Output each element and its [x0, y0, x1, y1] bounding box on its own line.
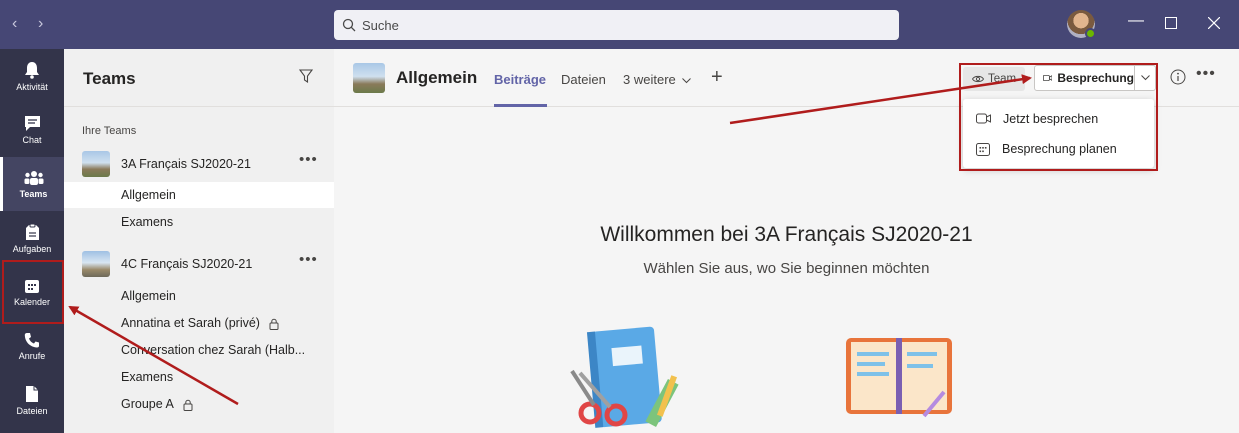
channel-item-conversation[interactable]: Conversation chez Sarah (Halb... [64, 337, 334, 363]
rail-item-aufgaben[interactable]: Aufgaben [0, 211, 64, 265]
channel-item-allgemein[interactable]: Allgemein [64, 283, 334, 309]
channel-item-groupe-a[interactable]: Groupe A [64, 391, 334, 417]
search-placeholder: Suche [362, 17, 399, 33]
tab-more-label: 3 weitere [623, 72, 676, 87]
close-icon[interactable] [1208, 17, 1220, 29]
more-options-icon[interactable]: ••• [1196, 65, 1216, 83]
tab-more[interactable]: 3 weitere [623, 72, 692, 87]
teams-title: Teams [83, 69, 136, 88]
rail-label: Dateien [16, 405, 48, 416]
rail-item-anrufe[interactable]: Anrufe [0, 319, 64, 373]
info-icon[interactable] [1170, 69, 1186, 85]
files-icon [26, 385, 38, 402]
team-avatar [82, 251, 110, 277]
team-avatar [82, 151, 110, 177]
chat-icon [24, 116, 40, 131]
annotation-box-meeting [959, 63, 1158, 171]
active-tab-indicator [494, 104, 547, 107]
planner-illustration [846, 338, 952, 418]
rail-label: Anrufe [18, 350, 46, 361]
forward-arrow-icon[interactable]: › [38, 15, 43, 33]
notebook-illustration [570, 326, 679, 428]
channel-item-examens[interactable]: Examens [64, 364, 334, 390]
teams-icon [24, 170, 43, 185]
team-name: 3A Français SJ2020-21 [121, 157, 251, 171]
team-name: 4C Français SJ2020-21 [121, 257, 253, 271]
title-bar: ‹ › Suche — [0, 0, 1239, 49]
rail-label: Aktivität [16, 81, 48, 92]
channel-avatar [353, 63, 385, 93]
rail-label: Aufgaben [12, 243, 52, 254]
add-tab-icon[interactable]: + [711, 66, 723, 89]
lock-icon [269, 318, 279, 330]
annotation-box-calendar [2, 260, 64, 324]
lock-icon [183, 399, 193, 411]
rail-label: Chat [22, 135, 42, 145]
channel-item-examens[interactable]: Examens [64, 209, 334, 235]
tab-dateien[interactable]: Dateien [561, 72, 606, 87]
search-icon [342, 18, 356, 32]
rail-item-dateien[interactable]: Dateien [0, 373, 64, 427]
rail-label: Teams [19, 188, 48, 199]
assignments-icon [25, 223, 39, 240]
team-item[interactable]: 4C Français SJ2020-21 ••• [64, 249, 334, 279]
app-rail: Aktivität Chat Teams Aufgaben Kalender A… [0, 49, 64, 433]
phone-icon [24, 332, 39, 347]
rail-item-teams[interactable]: Teams [0, 157, 64, 211]
section-label-ihre-teams: Ihre Teams [82, 125, 137, 137]
teams-header: Teams [64, 49, 334, 107]
back-arrow-icon[interactable]: ‹ [12, 15, 17, 33]
filter-icon[interactable] [299, 69, 313, 83]
bell-icon [25, 61, 39, 79]
presence-status-icon [1085, 28, 1096, 39]
maximize-icon[interactable] [1165, 17, 1177, 29]
teams-pane: Teams Ihre Teams 3A Français SJ2020-21 •… [64, 49, 334, 433]
more-options-icon[interactable]: ••• [299, 251, 318, 268]
welcome-title: Willkommen bei 3A Français SJ2020-21 [600, 223, 973, 246]
channel-label: Groupe A [121, 397, 174, 411]
rail-item-aktivitaet[interactable]: Aktivität [0, 49, 64, 103]
more-options-icon[interactable]: ••• [299, 151, 318, 168]
minimize-icon[interactable]: — [1128, 12, 1144, 30]
channel-item-annatina[interactable]: Annatina et Sarah (privé) [64, 310, 334, 336]
channel-item-allgemein[interactable]: Allgemein [64, 182, 334, 208]
welcome-subtitle: Wählen Sie aus, wo Sie beginnen möchten [643, 260, 930, 277]
chevron-down-icon [682, 78, 692, 84]
channel-title: Allgemein [396, 68, 478, 87]
rail-item-chat[interactable]: Chat [0, 103, 64, 157]
channel-label: Annatina et Sarah (privé) [121, 316, 260, 330]
search-input[interactable]: Suche [334, 10, 899, 40]
tab-beitraege[interactable]: Beiträge [494, 72, 546, 87]
team-item[interactable]: 3A Français SJ2020-21 ••• [64, 149, 334, 179]
